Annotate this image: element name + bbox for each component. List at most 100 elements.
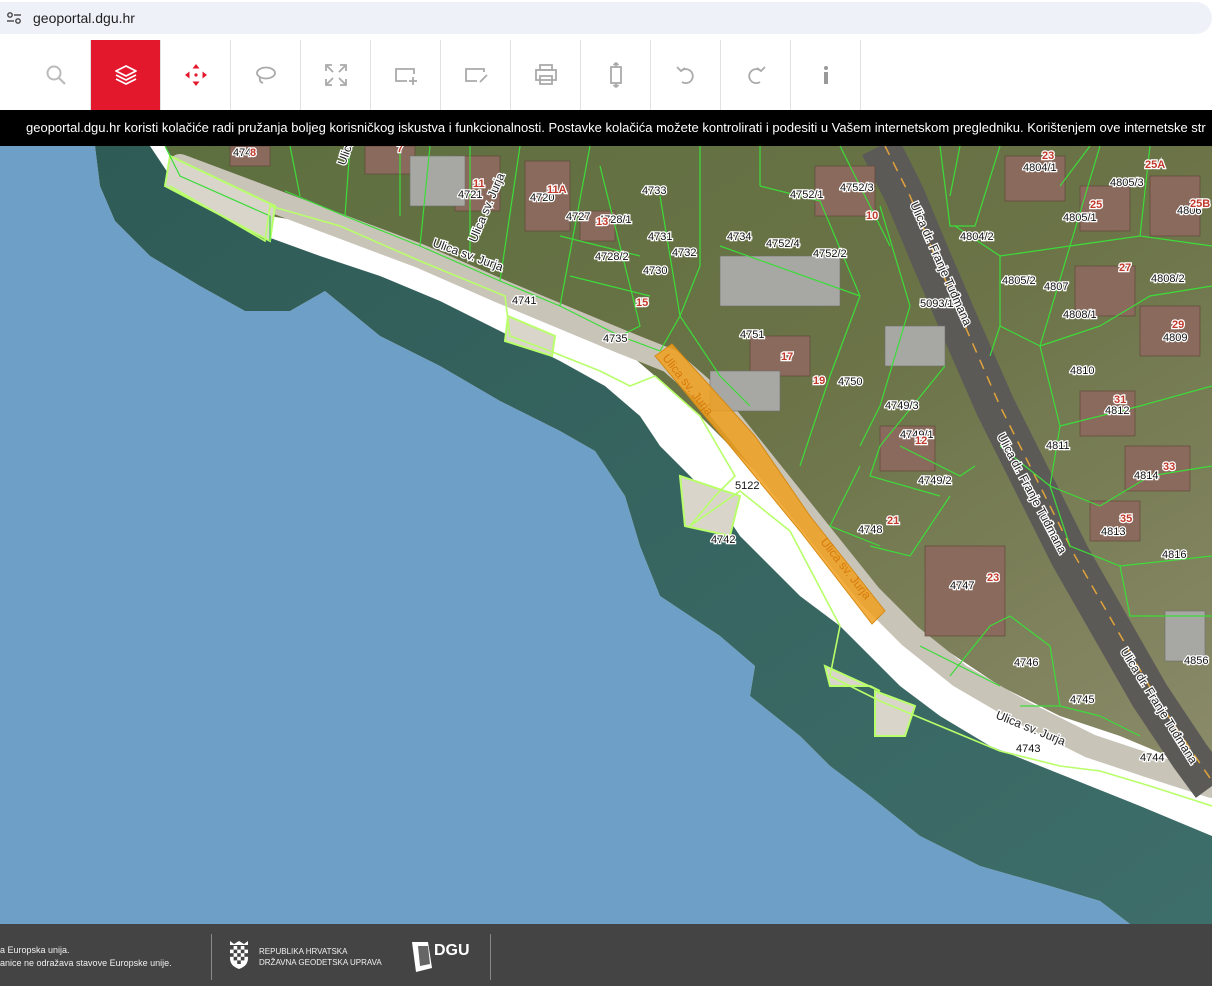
parcel-label: 4809 bbox=[1163, 332, 1187, 344]
parcel-label: 4807 bbox=[1044, 281, 1068, 293]
cookie-banner[interactable]: geoportal.dgu.hr koristi kolačiće radi p… bbox=[0, 110, 1212, 146]
measure-vertical-icon bbox=[609, 62, 622, 88]
info-tool-button[interactable] bbox=[791, 40, 861, 110]
parcel-label: 4741 bbox=[512, 295, 536, 307]
edit-rectangle-icon bbox=[464, 68, 488, 83]
house-number: 11 bbox=[473, 178, 485, 190]
parcel-label: 4750 bbox=[838, 376, 862, 388]
measure-tool-button[interactable] bbox=[581, 40, 651, 110]
layers-tool-button[interactable] bbox=[91, 40, 161, 110]
house-number: 21 bbox=[887, 515, 899, 527]
edit-area-tool-button[interactable] bbox=[441, 40, 511, 110]
parcel-label: 4804/2 bbox=[960, 231, 994, 243]
parcel-label: 4752/4 bbox=[766, 238, 800, 250]
parcel-label: 4742 bbox=[711, 534, 735, 546]
footer-divider bbox=[490, 934, 491, 980]
parcel-label: 4721 bbox=[458, 189, 482, 201]
footer-divider bbox=[211, 934, 212, 980]
dgu-logo-text: DGU bbox=[434, 942, 470, 959]
site-settings-icon[interactable] bbox=[6, 11, 22, 25]
house-number: 23 bbox=[1042, 150, 1054, 162]
parcel-label: 4743 bbox=[1016, 743, 1040, 755]
parcel-label: 4749/2 bbox=[918, 475, 952, 487]
parcel-label: 4805/1 bbox=[1063, 212, 1097, 224]
house-number: 27 bbox=[1119, 262, 1131, 274]
parcel-label: 4856 bbox=[1184, 655, 1208, 667]
government-label: REPUBLIKA HRVATSKA DRŽAVNA GEODETSKA UPR… bbox=[259, 946, 382, 968]
parcel-label: 4811 bbox=[1046, 440, 1070, 452]
url-text[interactable]: geoportal.dgu.hr bbox=[33, 10, 135, 26]
eu-disclaimer-line: anice ne odražava stavove Europske unije… bbox=[0, 958, 172, 968]
layers-icon bbox=[114, 65, 137, 85]
lasso-tool-button[interactable] bbox=[231, 40, 301, 110]
parcel-label: 4731 bbox=[648, 231, 672, 243]
parcel-label: 4810 bbox=[1070, 365, 1094, 377]
pan-tool-button[interactable] bbox=[161, 40, 231, 110]
add-rectangle-icon bbox=[394, 68, 417, 85]
parcel-label: 5122 bbox=[735, 480, 759, 492]
parcel-label: 4749/3 bbox=[885, 400, 919, 412]
print-tool-button[interactable] bbox=[511, 40, 581, 110]
house-number: 7 bbox=[397, 146, 403, 155]
undo-icon bbox=[675, 66, 694, 85]
parcel-label: 4805/3 bbox=[1110, 177, 1144, 189]
search-tool-button[interactable] bbox=[21, 40, 91, 110]
map-svg: Ulica sv. Jurja Ulica sv. Jurja Ulica sv… bbox=[95, 146, 1212, 924]
parcel-label: 4751 bbox=[740, 329, 764, 341]
house-number: 33 bbox=[1163, 461, 1175, 473]
parcel-label: 4748 bbox=[858, 524, 882, 536]
house-number: 17 bbox=[781, 351, 793, 363]
url-pill[interactable]: geoportal.dgu.hr bbox=[0, 2, 1212, 34]
parcel-label: 4752/3 bbox=[840, 182, 874, 194]
browser-address-bar: geoportal.dgu.hr bbox=[0, 0, 1212, 40]
house-number: 13 bbox=[596, 216, 608, 228]
house-number: 10 bbox=[866, 210, 878, 222]
house-number: 11A bbox=[547, 184, 567, 196]
map-toolbar bbox=[0, 40, 1212, 110]
full-extent-tool-button[interactable] bbox=[301, 40, 371, 110]
government-label-line: DRŽAVNA GEODETSKA UPRAVA bbox=[259, 958, 382, 967]
house-number: 23 bbox=[987, 572, 999, 584]
parcel-label: 4752/2 bbox=[813, 248, 847, 260]
house-number: 29 bbox=[1172, 319, 1184, 331]
parcel-label: 4808/1 bbox=[1063, 309, 1097, 321]
redo-icon bbox=[747, 66, 766, 85]
map-canvas[interactable]: Ulica sv. Jurja Ulica sv. Jurja Ulica sv… bbox=[0, 146, 1212, 924]
parcel-label: 4808/2 bbox=[1151, 273, 1185, 285]
parcel-label: 4730 bbox=[643, 265, 667, 277]
lasso-icon bbox=[255, 66, 276, 84]
parcel-label: 4727 bbox=[566, 211, 590, 223]
parcel-label: 4734 bbox=[727, 231, 751, 243]
parcel-label: 474 bbox=[233, 147, 251, 159]
parcel-label: 4735 bbox=[603, 333, 627, 345]
house-number: 8 bbox=[250, 147, 256, 159]
add-area-tool-button[interactable] bbox=[371, 40, 441, 110]
house-number: 25 bbox=[1090, 199, 1102, 211]
croatian-coat-of-arms-icon bbox=[230, 941, 248, 969]
parcel-label: 4728/2 bbox=[595, 251, 629, 263]
expand-icon bbox=[324, 64, 347, 86]
parcel-label: 4814 bbox=[1134, 470, 1158, 482]
info-icon bbox=[823, 66, 828, 84]
parcel-label: 4752/1 bbox=[790, 189, 824, 201]
house-number: 25A bbox=[1145, 159, 1165, 171]
parcel-label: 4812 bbox=[1105, 405, 1129, 417]
undo-tool-button[interactable] bbox=[651, 40, 721, 110]
parcel-label: 4733 bbox=[642, 185, 666, 197]
parcel-label: 4805/2 bbox=[1002, 275, 1036, 287]
house-number: 31 bbox=[1114, 394, 1126, 406]
move-arrows-icon bbox=[184, 64, 207, 86]
print-icon bbox=[534, 64, 557, 85]
eu-disclaimer-line: a Europska unija. bbox=[0, 945, 70, 955]
parcel-label: 4747 bbox=[950, 580, 974, 592]
parcel-label: 4816 bbox=[1162, 549, 1186, 561]
parcel-label: 4813 bbox=[1101, 526, 1125, 538]
house-number: 35 bbox=[1120, 513, 1132, 525]
redo-tool-button[interactable] bbox=[721, 40, 791, 110]
parcel-label: 4745 bbox=[1070, 694, 1094, 706]
parcel-label: 5093/1 bbox=[920, 298, 954, 310]
house-number: 19 bbox=[813, 375, 825, 387]
parcel-label: 4744 bbox=[1140, 752, 1164, 764]
parcel-label: 4746 bbox=[1014, 657, 1038, 669]
house-number: 25B bbox=[1190, 198, 1210, 210]
